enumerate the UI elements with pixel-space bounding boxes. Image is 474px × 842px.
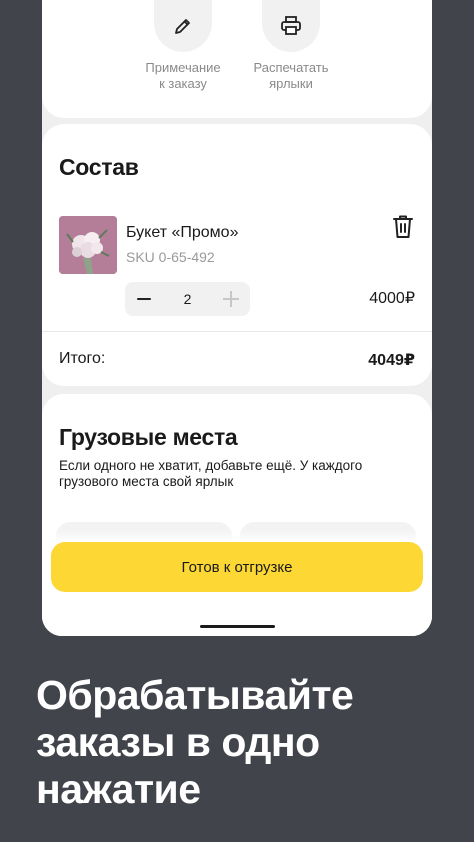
print-labels-button[interactable] bbox=[262, 0, 320, 52]
home-indicator bbox=[200, 625, 275, 628]
order-note-button[interactable] bbox=[154, 0, 212, 52]
item-price: 4000₽ bbox=[369, 290, 415, 307]
cargo-title: Грузовые места bbox=[59, 424, 238, 450]
product-name: Букет «Промо» bbox=[126, 224, 239, 241]
trash-icon[interactable] bbox=[392, 214, 414, 240]
cargo-description: Если одного не хватит, добавьте ещё. У к… bbox=[59, 458, 363, 489]
divider bbox=[42, 331, 432, 332]
composition-title: Состав bbox=[59, 154, 139, 180]
total-label: Итого: bbox=[59, 350, 106, 367]
increase-quantity-button[interactable] bbox=[223, 282, 239, 316]
print-labels-label: Распечатать ярлыки bbox=[253, 60, 329, 91]
order-note-action[interactable]: Примечание к заказу bbox=[123, 0, 243, 92]
total-value: 4049₽ bbox=[368, 352, 415, 369]
ready-to-ship-button[interactable]: Готов к отгрузке bbox=[51, 542, 423, 592]
product-image bbox=[59, 216, 117, 274]
printer-icon bbox=[281, 16, 301, 35]
pencil-icon bbox=[175, 19, 190, 34]
order-note-label: Примечание к заказу bbox=[145, 60, 221, 91]
order-composition-card: Состав Букет «Промо» SKU 0-65-492 2 4000… bbox=[42, 124, 432, 386]
print-labels-action[interactable]: Распечатать ярлыки bbox=[231, 0, 351, 92]
promo-headline: Обрабатывайте заказы в одно нажатие bbox=[36, 672, 354, 812]
quantity-stepper[interactable]: 2 bbox=[125, 282, 250, 316]
product-sku: SKU 0-65-492 bbox=[126, 249, 215, 265]
actions-card: Примечание к заказу Распечатать ярлыки bbox=[42, 0, 432, 118]
phone-screen: Примечание к заказу Распечатать ярлыки С… bbox=[42, 0, 432, 636]
